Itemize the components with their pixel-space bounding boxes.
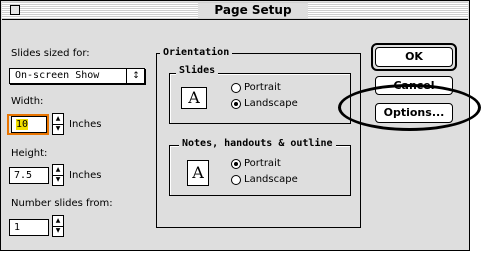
stepper-down-icon[interactable]: ▼: [53, 124, 63, 134]
page-icon: A: [181, 87, 207, 109]
slides-landscape-label: Landscape: [244, 98, 298, 109]
height-unit: Inches: [69, 170, 102, 181]
height-field[interactable]: 7.5: [9, 167, 49, 184]
stepper-down-icon[interactable]: ▼: [53, 175, 63, 185]
orientation-title: Orientation: [160, 47, 233, 59]
width-unit: Inches: [69, 119, 102, 130]
popup-value: On-screen Show: [15, 70, 100, 81]
number-from-field[interactable]: 1: [9, 219, 49, 236]
slides-landscape-radio[interactable]: [231, 99, 241, 109]
width-value: 10: [16, 119, 29, 130]
window-title: Page Setup: [214, 3, 292, 17]
popup-separator: [126, 69, 127, 83]
height-label: Height:: [11, 148, 48, 159]
ok-button[interactable]: OK: [375, 47, 453, 67]
notes-portrait-label: Portrait: [244, 158, 281, 169]
notes-landscape-label: Landscape: [244, 174, 298, 185]
stepper-down-icon[interactable]: ▼: [53, 226, 63, 236]
width-label: Width:: [11, 96, 44, 107]
number-from-stepper-icon[interactable]: ▲ ▼: [52, 215, 64, 237]
slides-sized-for-popup[interactable]: On-screen Show ↕: [9, 68, 145, 84]
close-box-icon[interactable]: [10, 5, 20, 15]
width-stepper-icon[interactable]: ▲ ▼: [52, 113, 64, 135]
title-bar[interactable]: Page Setup: [2, 2, 468, 20]
slides-portrait-label: Portrait: [244, 82, 281, 93]
number-from-label: Number slides from:: [11, 198, 113, 209]
notes-group-title: Notes, handouts & outline: [179, 138, 336, 150]
width-field[interactable]: 10: [11, 116, 47, 133]
slides-sized-for-label: Slides sized for:: [11, 48, 90, 59]
popup-arrow-icon: ↕: [132, 71, 140, 81]
highlight-ellipse: [338, 84, 481, 131]
slides-group-title: Slides: [176, 65, 219, 77]
notes-landscape-radio[interactable]: [231, 175, 241, 185]
height-stepper-icon[interactable]: ▲ ▼: [52, 164, 64, 186]
notes-portrait-radio[interactable]: [231, 159, 241, 169]
page-icon: A: [187, 160, 209, 186]
slides-portrait-radio[interactable]: [231, 83, 241, 93]
